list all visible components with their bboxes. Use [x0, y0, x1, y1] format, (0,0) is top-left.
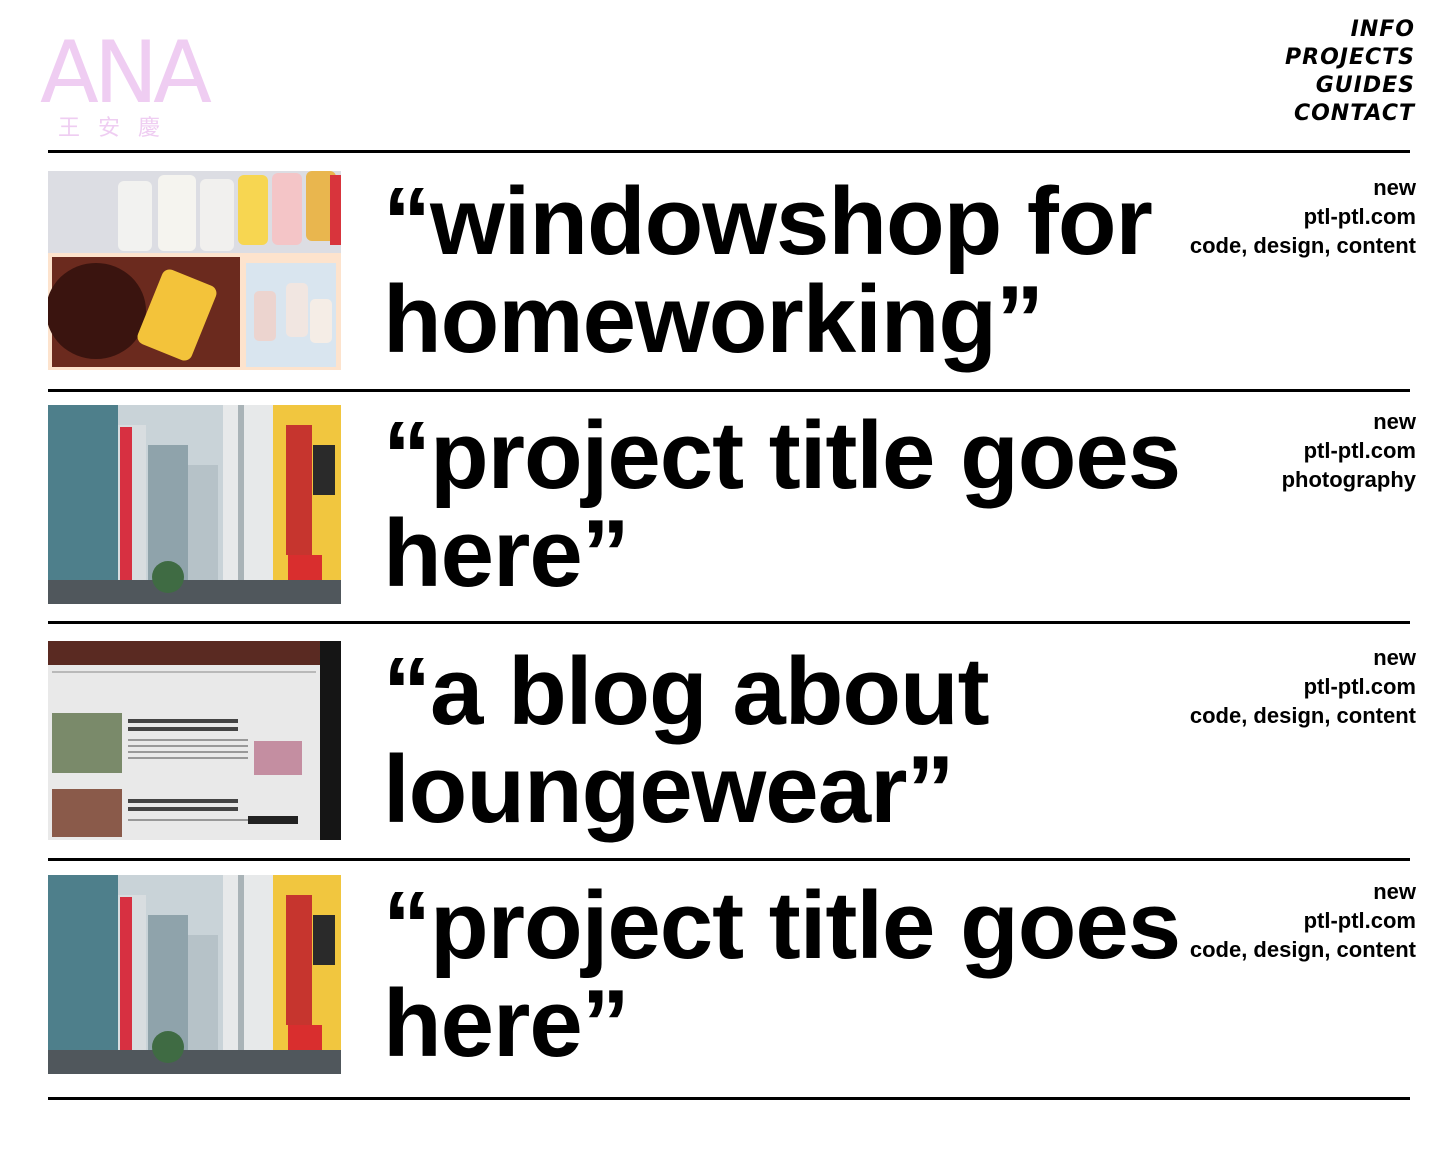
project-title[interactable]: “a blog about loungewear”	[383, 643, 1183, 839]
project-meta: new ptl-ptl.com code, design, content	[1190, 643, 1416, 730]
project-status: new	[1373, 645, 1416, 670]
project-row[interactable]: “windowshop for homeworking” new ptl-ptl…	[48, 171, 1418, 403]
project-meta: new ptl-ptl.com code, design, content	[1190, 173, 1416, 260]
project-row[interactable]: “project title goes here” new ptl-ptl.co…	[48, 875, 1418, 1107]
project-site: ptl-ptl.com	[1303, 204, 1416, 229]
divider	[48, 1097, 1410, 1100]
logo-wordmark: ANA	[40, 23, 212, 123]
project-status: new	[1373, 879, 1416, 904]
logo-subtitle: 王安慶	[58, 116, 179, 141]
project-tags: code, design, content	[1189, 937, 1416, 962]
project-status: new	[1373, 409, 1416, 434]
project-tags: code, design, content	[1189, 233, 1416, 258]
divider	[48, 389, 1410, 392]
project-title[interactable]: “windowshop for homeworking”	[383, 173, 1183, 369]
project-site: ptl-ptl.com	[1303, 908, 1416, 933]
nav-info[interactable]: INFO	[1285, 16, 1415, 44]
project-thumbnail[interactable]	[48, 171, 341, 370]
nav-projects[interactable]: PROJECTS	[1285, 44, 1415, 72]
project-meta: new ptl-ptl.com code, design, content	[1190, 877, 1416, 964]
project-title[interactable]: “project title goes here”	[383, 877, 1183, 1073]
project-row[interactable]: “project title goes here” new ptl-ptl.co…	[48, 405, 1418, 637]
project-tags: photography	[1281, 467, 1416, 492]
city-street-image	[48, 405, 341, 604]
project-row[interactable]: “a blog about loungewear” new ptl-ptl.co…	[48, 641, 1418, 873]
project-thumbnail[interactable]	[48, 405, 341, 604]
divider	[48, 150, 1410, 153]
beauty-products-image	[48, 171, 341, 370]
nav-guides[interactable]: GUIDES	[1285, 72, 1415, 100]
project-thumbnail[interactable]	[48, 875, 341, 1074]
city-street-image	[48, 875, 341, 1074]
project-meta: new ptl-ptl.com photography	[1282, 407, 1416, 494]
nav-contact[interactable]: CONTACT	[1285, 100, 1415, 128]
project-tags: code, design, content	[1189, 703, 1416, 728]
project-site: ptl-ptl.com	[1303, 438, 1416, 463]
project-title[interactable]: “project title goes here”	[383, 407, 1183, 603]
project-thumbnail[interactable]	[48, 641, 341, 840]
divider	[48, 858, 1410, 861]
project-status: new	[1373, 175, 1416, 200]
main-nav: INFO PROJECTS GUIDES CONTACT	[1285, 16, 1415, 128]
project-site: ptl-ptl.com	[1303, 674, 1416, 699]
blog-screen-image	[48, 641, 341, 840]
logo[interactable]: ANA 王安慶	[40, 23, 212, 141]
divider	[48, 621, 1410, 624]
